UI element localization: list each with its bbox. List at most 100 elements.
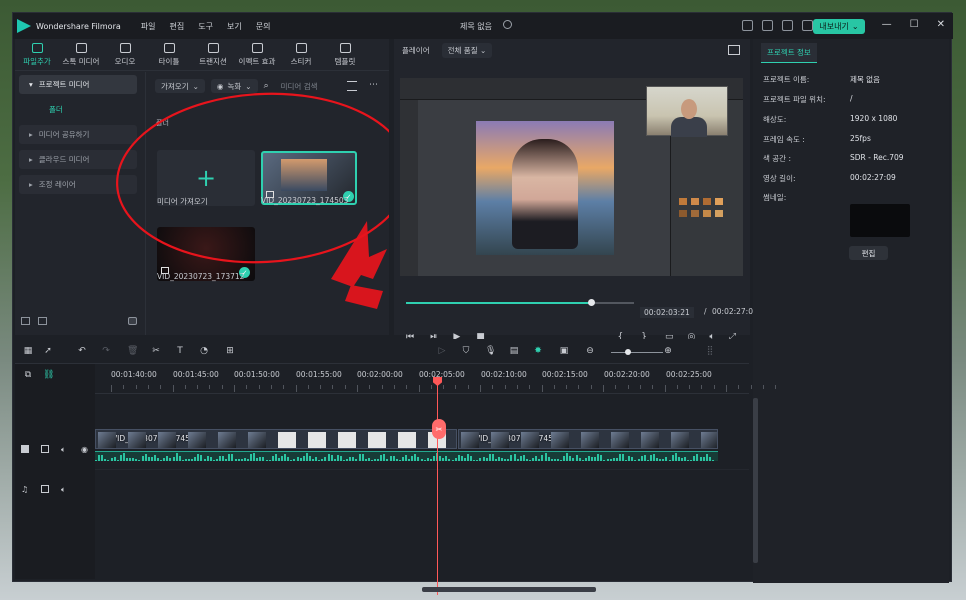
maximize-icon[interactable]: ☐ <box>910 19 919 30</box>
ruler-tick <box>393 385 395 389</box>
waveform-bar <box>119 454 122 461</box>
save-icon[interactable] <box>762 20 773 31</box>
zoom-slider-handle[interactable] <box>625 349 631 355</box>
video-clip[interactable]: VID_20230723_174503 <box>458 429 718 449</box>
waveform-bar <box>370 459 373 461</box>
render-preview-icon[interactable]: ▷ <box>437 346 447 356</box>
waveform-bar <box>677 457 680 461</box>
text-tool-icon[interactable]: T <box>175 346 185 356</box>
video-clip[interactable]: VID_20230723_174503 <box>95 429 457 449</box>
waveform-bar <box>457 454 460 461</box>
video-track-header: 🔈︎ ◉ <box>21 445 89 454</box>
menu-help[interactable]: 문의 <box>256 21 271 32</box>
video-preview[interactable] <box>400 78 743 276</box>
menu-file[interactable]: 파일 <box>141 21 156 32</box>
select-tool-icon[interactable]: ➚ <box>43 346 53 356</box>
ruler-timecode: 00:01:55:00 <box>296 370 342 379</box>
split-at-playhead-icon[interactable]: ✂ <box>432 419 446 439</box>
visibility-eye-icon[interactable]: ◉ <box>81 445 89 454</box>
ruler-timecode: 00:02:25:00 <box>666 370 712 379</box>
lock-folder-icon[interactable] <box>41 445 49 453</box>
snap-icon[interactable]: ✸ <box>533 346 543 356</box>
speed-icon[interactable]: ◔ <box>199 346 209 356</box>
ruler-tick <box>639 385 641 389</box>
waveform-bar <box>274 454 277 461</box>
waveform-bar <box>581 460 584 461</box>
close-icon[interactable]: ✕ <box>937 19 945 30</box>
waveform-bar <box>234 458 237 461</box>
waveform-bar <box>553 458 556 461</box>
marker-icon[interactable]: ⛉ <box>461 346 471 356</box>
redo-icon[interactable]: ↷ <box>101 346 111 356</box>
ruler-tick <box>430 385 432 389</box>
clip-frame <box>368 432 386 448</box>
clip-frame <box>521 432 539 448</box>
waveform-bar <box>470 455 473 461</box>
snapshot-icon[interactable] <box>728 45 740 55</box>
audio-waveform[interactable] <box>95 451 718 461</box>
ruler-tick <box>676 385 678 389</box>
menu-tools[interactable]: 도구 <box>198 21 213 32</box>
zoom-slider[interactable] <box>611 352 663 353</box>
undo-icon[interactable]: ↶ <box>77 346 87 356</box>
waveform-bar <box>209 457 212 461</box>
ruler-tick <box>209 385 211 389</box>
progress-handle[interactable] <box>587 299 595 306</box>
layout-icon[interactable] <box>742 20 753 31</box>
ruler-tick <box>332 385 334 389</box>
waveform-bar <box>290 459 293 461</box>
waveform-bar <box>129 458 132 461</box>
waveform-bar <box>473 459 476 461</box>
export-button[interactable]: 내보내기 ⌄ <box>813 19 865 34</box>
cloud-icon[interactable] <box>782 20 793 31</box>
waveform-bar <box>141 455 144 461</box>
timeline-horizontal-scrollbar[interactable] <box>422 587 596 592</box>
waveform-bar <box>615 457 618 461</box>
crop-icon[interactable]: ⊞ <box>225 346 235 356</box>
tab-project-info[interactable]: 프로젝트 정보 <box>761 43 817 63</box>
lock-folder-icon[interactable] <box>41 485 49 493</box>
timeline-vertical-scrollbar[interactable] <box>753 398 758 563</box>
playhead[interactable] <box>437 378 438 595</box>
waveform-bar <box>408 458 411 461</box>
split-scissors-icon[interactable]: ✂ <box>151 346 161 356</box>
grid-icon[interactable] <box>802 20 813 31</box>
minimize-icon[interactable]: — <box>882 19 892 30</box>
edit-thumbnail-button[interactable]: 편집 <box>849 246 888 260</box>
microphone-icon[interactable]: 🎙︎ <box>485 346 496 356</box>
track-settings-icon[interactable]: ⣿ <box>705 346 715 356</box>
swatch <box>679 198 687 205</box>
link-icon[interactable]: ⛓︎ <box>43 370 54 380</box>
mute-icon[interactable]: 🔈︎ <box>61 485 69 494</box>
delete-icon[interactable]: 🗑︎ <box>127 346 138 356</box>
pip-icon[interactable]: ▣ <box>559 346 569 356</box>
add-track-icon[interactable]: ⧉ <box>23 370 33 380</box>
waveform-bar <box>680 457 683 461</box>
audio-mix-icon[interactable]: ▤ <box>509 346 519 356</box>
audio-track <box>95 469 749 503</box>
project-status-icon[interactable] <box>503 20 512 29</box>
zoom-in-icon[interactable]: ⊕ <box>663 346 673 356</box>
mute-icon[interactable]: 🔈︎ <box>61 445 69 454</box>
waveform-bar <box>231 454 234 461</box>
timeline-ruler[interactable]: 00:01:40:00 00:01:45:00 00:01:50:00 00:0… <box>95 364 777 394</box>
menu-view[interactable]: 보기 <box>227 21 242 32</box>
waveform-bar <box>491 454 494 461</box>
waveform-bar <box>460 456 463 461</box>
waveform-bar <box>116 459 119 461</box>
waveform-bar <box>346 459 349 461</box>
zoom-out-icon[interactable]: ⊖ <box>585 346 595 356</box>
waveform-bar <box>560 459 562 461</box>
waveform-bar <box>287 457 290 461</box>
ruler-tick <box>480 385 481 392</box>
quality-dropdown[interactable]: 전체 품질 ⌄ <box>441 42 493 58</box>
current-timecode: 00:02:03:21 <box>640 307 694 318</box>
waveform-bar <box>181 459 184 461</box>
menu-edit[interactable]: 편집 <box>170 21 185 32</box>
layout-grid-icon[interactable]: ▦ <box>23 346 33 356</box>
waveform-bar <box>203 459 206 461</box>
waveform-bar <box>401 456 404 461</box>
waveform-bar <box>101 454 104 461</box>
info-label: 해상도: <box>763 115 787 124</box>
waveform-bar <box>355 458 358 461</box>
